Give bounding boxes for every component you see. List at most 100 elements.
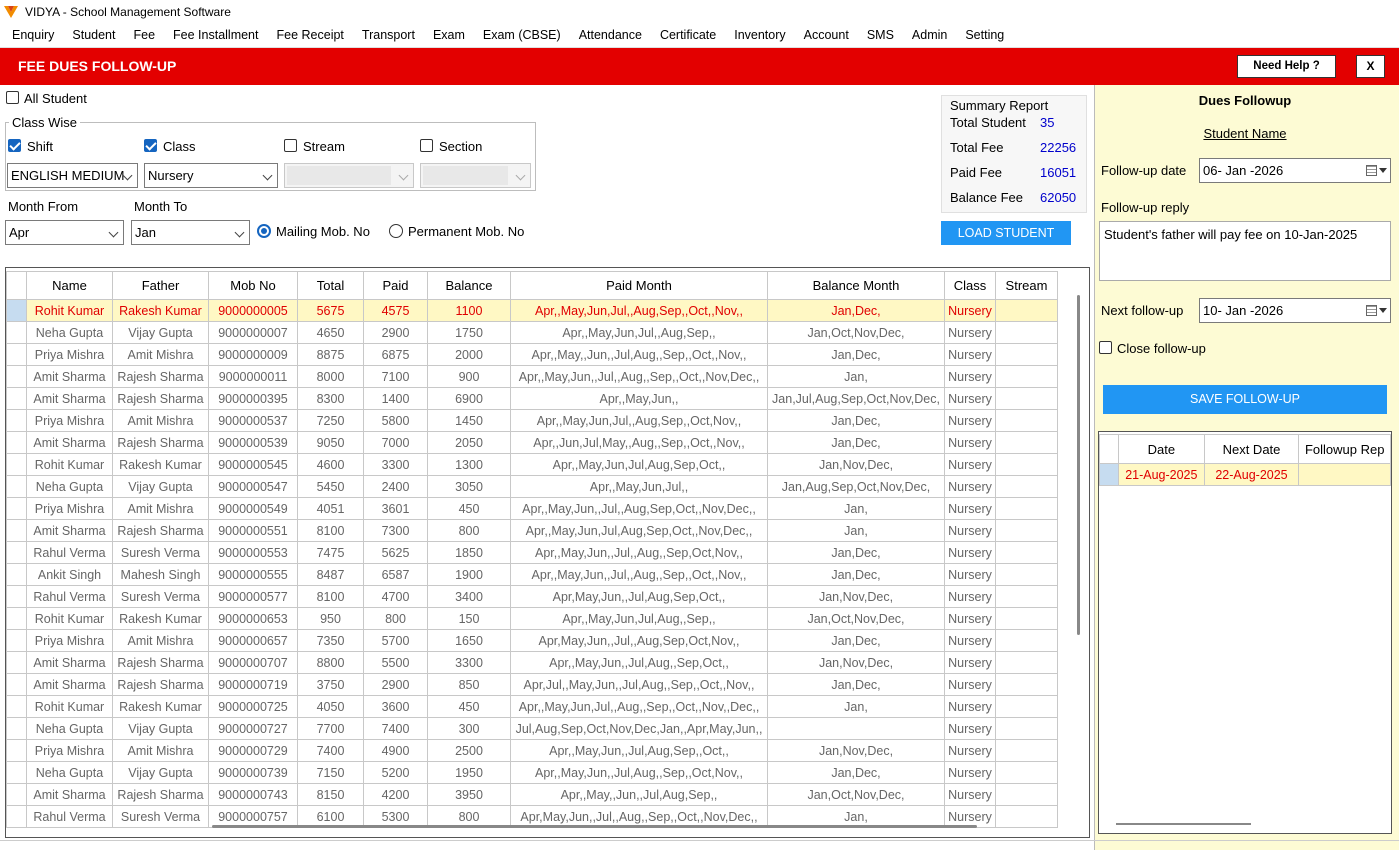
total-cell[interactable]: 8300 (297, 387, 364, 410)
mob-no-cell[interactable]: 9000000545 (208, 453, 298, 476)
name-cell[interactable]: Priya Mishra (26, 343, 113, 366)
balance-month-cell[interactable]: Jan,Nov,Dec, (767, 585, 945, 608)
stream-cell[interactable] (995, 607, 1058, 630)
father-cell[interactable]: Vijay Gupta (112, 475, 209, 498)
name-cell[interactable]: Rohit Kumar (26, 299, 113, 322)
followup-horizontal-scrollbar[interactable] (1116, 823, 1251, 825)
balance-cell[interactable]: 1850 (427, 541, 511, 564)
balance-cell[interactable]: 300 (427, 717, 511, 740)
shift-select[interactable]: ENGLISH MEDIUM (7, 163, 138, 188)
paid-cell[interactable]: 4200 (363, 783, 428, 806)
balance-cell[interactable]: 2050 (427, 431, 511, 454)
total-cell[interactable]: 7400 (297, 739, 364, 762)
name-cell[interactable]: Priya Mishra (26, 629, 113, 652)
stream-cell[interactable] (995, 365, 1058, 388)
need-help-button[interactable]: Need Help ? (1237, 55, 1336, 78)
table-row[interactable]: Priya Mishra Amit Mishra 9000000537 7250 580… (6, 409, 1058, 432)
balance-month-cell[interactable]: Jan,Nov,Dec, (767, 739, 945, 762)
menu-exam[interactable]: Exam (424, 23, 474, 48)
balance-cell[interactable]: 1300 (427, 453, 511, 476)
mob-no-cell[interactable]: 9000000009 (208, 343, 298, 366)
row-header[interactable] (6, 343, 27, 366)
balance-month-cell[interactable]: Jan,Dec, (767, 409, 945, 432)
row-header[interactable] (6, 497, 27, 520)
stream-cell[interactable] (995, 387, 1058, 410)
class-cell[interactable]: Nursery (944, 673, 996, 696)
balance-month-cell[interactable]: Jan,Dec, (767, 343, 945, 366)
total-cell[interactable]: 8100 (297, 519, 364, 542)
class-cell[interactable]: Nursery (944, 387, 996, 410)
mob-no-cell[interactable]: 9000000729 (208, 739, 298, 762)
balance-cell[interactable]: 900 (427, 365, 511, 388)
paid-cell[interactable]: 5700 (363, 629, 428, 652)
stream-cell[interactable] (995, 409, 1058, 432)
table-row[interactable]: Amit Sharma Rajesh Sharma 9000000395 8300 14… (6, 387, 1058, 410)
father-cell[interactable]: Vijay Gupta (112, 321, 209, 344)
class-cell[interactable]: Nursery (944, 783, 996, 806)
row-header[interactable] (6, 409, 27, 432)
stream-cell[interactable] (995, 629, 1058, 652)
total-cell[interactable]: 7350 (297, 629, 364, 652)
paid-cell[interactable]: 7300 (363, 519, 428, 542)
total-cell[interactable]: 9050 (297, 431, 364, 454)
stream-cell[interactable] (995, 651, 1058, 674)
menu-admin[interactable]: Admin (903, 23, 956, 48)
paid-cell[interactable]: 5500 (363, 651, 428, 674)
table-row[interactable]: Neha Gupta Vijay Gupta 9000000727 7700 7400 3… (6, 717, 1058, 740)
row-header[interactable] (6, 739, 27, 762)
paid-cell[interactable]: 3300 (363, 453, 428, 476)
month-to-select[interactable]: Jan (131, 220, 250, 245)
col-class[interactable]: Class (944, 271, 996, 300)
balance-cell[interactable]: 1900 (427, 563, 511, 586)
balance-cell[interactable]: 6900 (427, 387, 511, 410)
balance-month-cell[interactable] (767, 717, 945, 740)
table-row[interactable]: Priya Mishra Amit Mishra 9000000729 7400 490… (6, 739, 1058, 762)
class-cell[interactable]: Nursery (944, 519, 996, 542)
father-cell[interactable]: Amit Mishra (112, 739, 209, 762)
total-cell[interactable]: 5675 (297, 299, 364, 322)
balance-month-cell[interactable]: Jan,Oct,Nov,Dec, (767, 607, 945, 630)
stream-checkbox[interactable] (284, 139, 297, 152)
balance-month-cell[interactable]: Jan,Jul,Aug,Sep,Oct,Nov,Dec, (767, 387, 945, 410)
father-cell[interactable]: Mahesh Singh (112, 563, 209, 586)
paid-cell[interactable]: 3600 (363, 695, 428, 718)
paid-month-cell[interactable]: Apr,,May,Jun,,Jul,Aug,Sep,,Oct,, (510, 739, 768, 762)
total-cell[interactable]: 7150 (297, 761, 364, 784)
table-row[interactable]: Rohit Kumar Rakesh Kumar 9000000005 5675 457… (6, 299, 1058, 322)
stream-cell[interactable] (995, 343, 1058, 366)
followup-history-grid[interactable]: Date Next Date Followup Rep 21-Aug-2025 … (1098, 431, 1392, 834)
father-cell[interactable]: Rajesh Sharma (112, 519, 209, 542)
balance-cell[interactable]: 3400 (427, 585, 511, 608)
paid-month-cell[interactable]: Apr,,May,Jun,,Jul,,Aug,,Sep,,Oct,,Nov,, (510, 563, 768, 586)
paid-cell[interactable]: 4575 (363, 299, 428, 322)
stream-cell[interactable] (995, 783, 1058, 806)
paid-month-cell[interactable]: Apr,,May,Jun,,Jul,,Aug,,Sep,Oct,Nov,, (510, 541, 768, 564)
father-cell[interactable]: Rajesh Sharma (112, 673, 209, 696)
father-cell[interactable]: Rakesh Kumar (112, 607, 209, 630)
stream-cell[interactable] (995, 673, 1058, 696)
table-row[interactable]: Priya Mishra Amit Mishra 9000000657 7350 570… (6, 629, 1058, 652)
stream-cell[interactable] (995, 739, 1058, 762)
paid-month-cell[interactable]: Jul,Aug,Sep,Oct,Nov,Dec,Jan,,Apr,May,Jun… (510, 717, 768, 740)
mob-no-cell[interactable]: 9000000553 (208, 541, 298, 564)
col-paid[interactable]: Paid (363, 271, 428, 300)
paid-cell[interactable]: 7400 (363, 717, 428, 740)
table-row[interactable]: Rahul Verma Suresh Verma 9000000553 7475 562… (6, 541, 1058, 564)
class-cell[interactable]: Nursery (944, 497, 996, 520)
stream-select[interactable] (284, 163, 414, 188)
paid-cell[interactable]: 7100 (363, 365, 428, 388)
followup-next-date-cell[interactable]: 22-Aug-2025 (1203, 463, 1300, 486)
balance-month-cell[interactable]: Jan, (767, 365, 945, 388)
mob-no-cell[interactable]: 9000000551 (208, 519, 298, 542)
table-row[interactable]: Rohit Kumar Rakesh Kumar 9000000725 4050 360… (6, 695, 1058, 718)
menu-sms[interactable]: SMS (858, 23, 903, 48)
class-cell[interactable]: Nursery (944, 585, 996, 608)
row-header[interactable] (6, 607, 27, 630)
balance-cell[interactable]: 3950 (427, 783, 511, 806)
name-cell[interactable]: Amit Sharma (26, 387, 113, 410)
paid-cell[interactable]: 4700 (363, 585, 428, 608)
mob-no-cell[interactable]: 9000000707 (208, 651, 298, 674)
balance-cell[interactable]: 1100 (427, 299, 511, 322)
mob-no-cell[interactable]: 9000000719 (208, 673, 298, 696)
name-cell[interactable]: Neha Gupta (26, 475, 113, 498)
